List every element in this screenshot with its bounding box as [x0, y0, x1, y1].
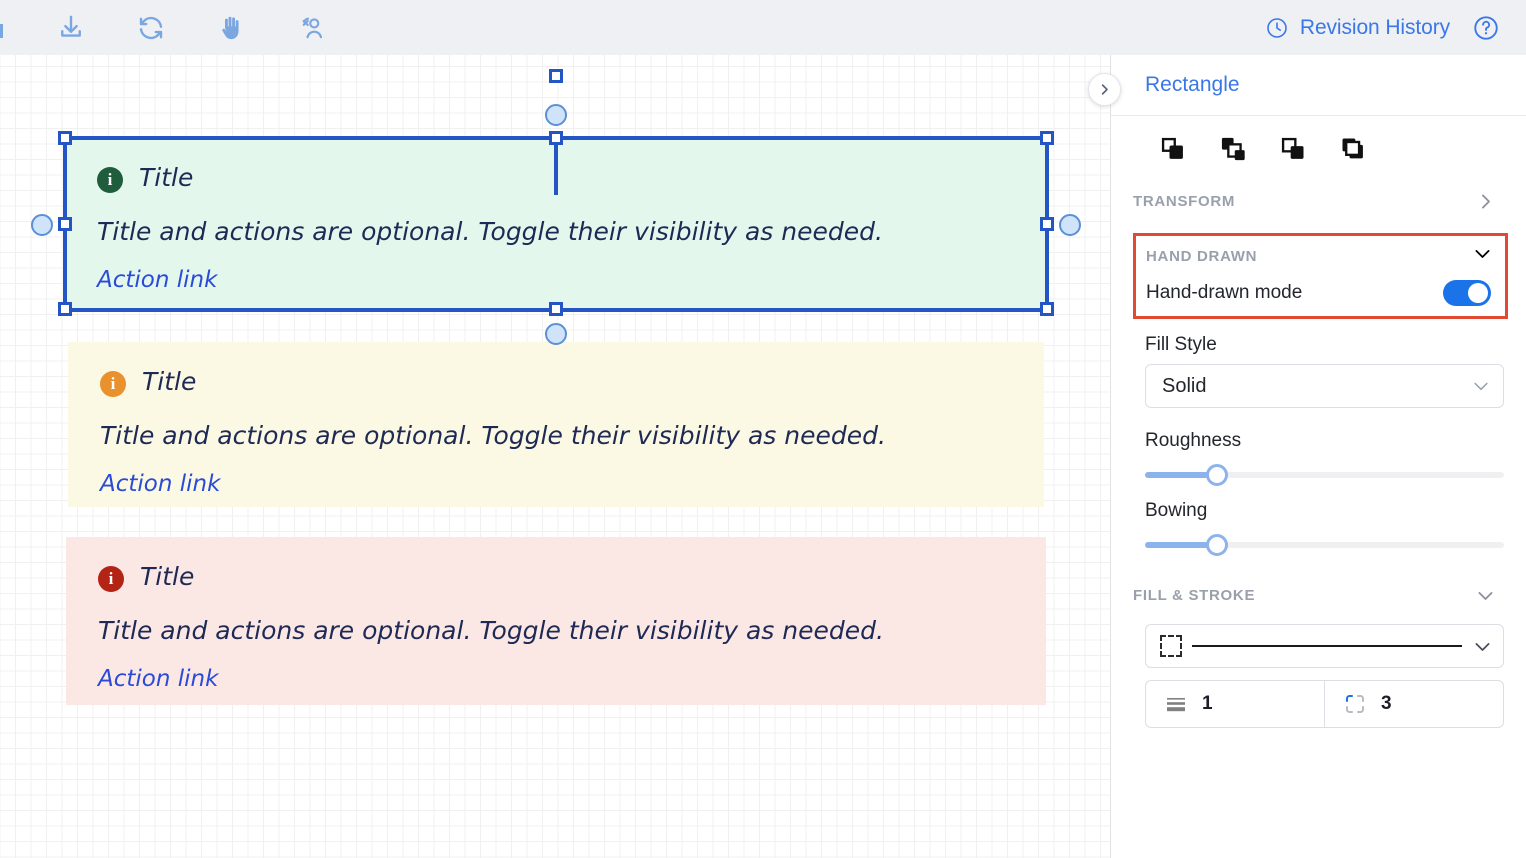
fill-stroke-section-header[interactable]: FILL & STROKE: [1111, 576, 1526, 614]
sync-icon[interactable]: [130, 7, 172, 49]
resize-handle-top-left[interactable]: [58, 131, 72, 145]
resize-handle-middle-right[interactable]: [1040, 217, 1054, 231]
alert-shape-error-red[interactable]: i Title Title and actions are optional. …: [66, 537, 1046, 705]
toolbar-right-group: Revision History: [1265, 14, 1526, 42]
panel-header: Rectangle: [1111, 55, 1526, 116]
corner-radius-icon: [1343, 692, 1367, 716]
hand-drawn-mode-label: Hand-drawn mode: [1146, 282, 1302, 304]
alert-action-link[interactable]: Action link: [98, 667, 1014, 692]
fill-style-label: Fill Style: [1111, 334, 1526, 356]
hand-drawn-mode-toggle[interactable]: [1443, 280, 1491, 306]
diagram-canvas[interactable]: i Title Title and actions are optional. …: [0, 55, 1110, 858]
bring-forward-button[interactable]: [1219, 135, 1247, 163]
bowing-slider-thumb[interactable]: [1206, 534, 1228, 556]
transform-section-header[interactable]: TRANSFORM: [1111, 182, 1526, 220]
top-toolbar: Revision History: [0, 0, 1526, 55]
question-mark-icon[interactable]: [1472, 14, 1500, 42]
chevron-down-icon: [1475, 585, 1496, 606]
properties-panel: Rectangle: [1110, 55, 1526, 858]
chevron-right-icon: [1475, 191, 1496, 212]
alert-body: Title and actions are optional. Toggle t…: [98, 617, 1014, 645]
info-circle-icon: i: [97, 167, 123, 193]
dashed-square-icon: [1160, 635, 1182, 657]
resize-handle-top-center[interactable]: [549, 131, 563, 145]
chevron-down-icon: [1472, 636, 1493, 657]
download-icon[interactable]: [50, 7, 92, 49]
hand-icon[interactable]: [210, 7, 252, 49]
arrange-toolbar: [1111, 116, 1526, 182]
hand-drawn-mode-row: Hand-drawn mode: [1136, 274, 1505, 310]
stroke-preview-line: [1192, 645, 1462, 647]
roughness-slider-thumb[interactable]: [1206, 464, 1228, 486]
revision-history-button[interactable]: Revision History: [1265, 16, 1450, 40]
resize-handle-middle-left[interactable]: [58, 217, 72, 231]
fill-style-value: Solid: [1162, 375, 1206, 398]
resize-handle-bottom-right[interactable]: [1040, 302, 1054, 316]
connection-point-bottom[interactable]: [545, 323, 567, 345]
alert-header-row: i Title: [100, 368, 1012, 397]
bowing-label: Bowing: [1111, 500, 1526, 522]
fill-style-select[interactable]: Solid: [1145, 364, 1504, 408]
toolbar-left-group: [0, 7, 332, 49]
roughness-label: Roughness: [1111, 430, 1526, 452]
alert-action-link[interactable]: Action link: [97, 268, 1015, 293]
connection-point-right[interactable]: [1059, 214, 1081, 236]
send-to-back-button[interactable]: [1339, 135, 1367, 163]
clock-icon: [1265, 16, 1289, 40]
stroke-style-select[interactable]: [1145, 624, 1504, 668]
info-circle-icon: i: [98, 566, 124, 592]
alert-action-link[interactable]: Action link: [100, 472, 1012, 497]
hand-drawn-label: HAND DRAWN: [1146, 248, 1257, 265]
stroke-width-field[interactable]: 1: [1146, 681, 1324, 727]
app-root: Revision History i Title Title and actio…: [0, 0, 1526, 858]
stroke-width-value: 1: [1202, 693, 1213, 715]
alert-title: Title: [139, 164, 193, 192]
revision-history-label: Revision History: [1300, 16, 1450, 40]
resize-handle-bottom-left[interactable]: [58, 302, 72, 316]
info-circle-icon: i: [100, 371, 126, 397]
bowing-slider[interactable]: [1145, 542, 1504, 548]
corner-radius-value: 3: [1381, 693, 1392, 715]
hand-drawn-section-highlight: HAND DRAWN Hand-drawn mode: [1133, 233, 1508, 319]
resize-handle-bottom-center[interactable]: [549, 302, 563, 316]
alert-shape-warning-yellow[interactable]: i Title Title and actions are optional. …: [68, 342, 1044, 507]
chevron-down-icon: [1472, 243, 1493, 269]
send-backward-button[interactable]: [1279, 135, 1307, 163]
alert-body: Title and actions are optional. Toggle t…: [97, 218, 1015, 246]
connection-point-top[interactable]: [545, 104, 567, 126]
edge-sliver: [0, 24, 3, 38]
resize-handle-top-right[interactable]: [1040, 131, 1054, 145]
alert-title: Title: [142, 368, 196, 396]
connection-point-left[interactable]: [31, 214, 53, 236]
stroke-number-group: 1 3: [1145, 680, 1504, 728]
toggle-knob: [1468, 283, 1488, 303]
corner-radius-field[interactable]: 3: [1324, 681, 1503, 727]
fill-stroke-label: FILL & STROKE: [1133, 587, 1255, 604]
alert-header-row: i Title: [98, 563, 1014, 592]
roughness-slider[interactable]: [1145, 472, 1504, 478]
transform-label: TRANSFORM: [1133, 193, 1235, 210]
chevron-down-icon: [1471, 376, 1491, 396]
shape-type-label: Rectangle: [1145, 73, 1240, 97]
hand-drawn-section-header[interactable]: HAND DRAWN: [1136, 238, 1505, 274]
rotation-handle[interactable]: [549, 69, 563, 83]
chevron-right-icon: [1097, 82, 1112, 97]
collaborators-icon[interactable]: [290, 7, 332, 49]
alert-body: Title and actions are optional. Toggle t…: [100, 422, 1012, 450]
alert-title: Title: [140, 563, 194, 591]
line-weight-icon: [1164, 692, 1188, 716]
panel-collapse-button[interactable]: [1088, 73, 1121, 106]
bring-to-front-button[interactable]: [1159, 135, 1187, 163]
